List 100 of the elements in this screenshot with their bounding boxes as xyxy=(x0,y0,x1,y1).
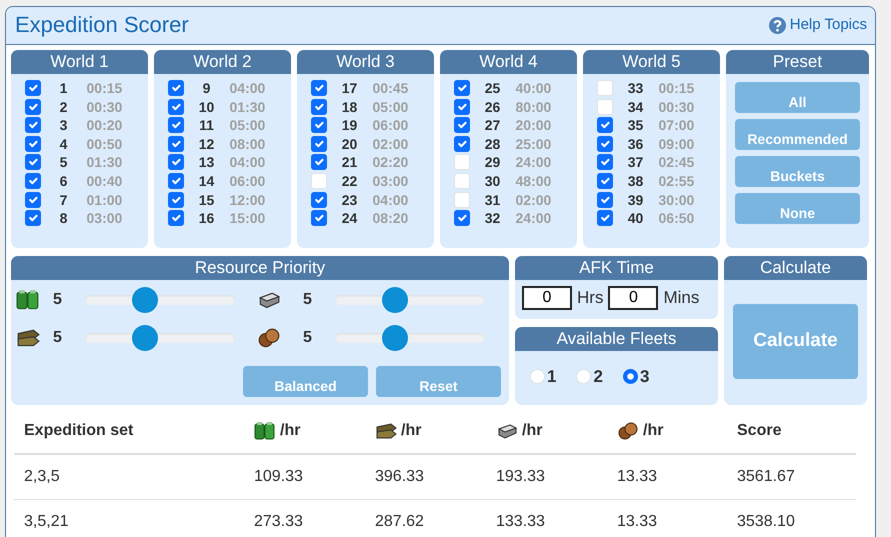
expedition-checkbox[interactable] xyxy=(168,80,184,96)
expedition-number: 13 xyxy=(198,154,216,170)
expedition-time: 02:20 xyxy=(372,154,410,170)
expedition-checkbox[interactable] xyxy=(24,98,40,115)
expedition-checkbox[interactable] xyxy=(310,192,326,208)
expedition-checkbox[interactable] xyxy=(596,192,612,208)
expedition-number: 26 xyxy=(484,98,502,115)
expedition-checkbox[interactable] xyxy=(168,154,184,170)
priority-button[interactable]: Balanced xyxy=(243,366,368,398)
expedition-number: 23 xyxy=(340,192,358,208)
expedition-checkbox[interactable] xyxy=(24,192,40,208)
preset-button[interactable]: None xyxy=(735,193,860,224)
panel-header: World 5 xyxy=(583,50,720,74)
expedition-number: 22 xyxy=(340,172,358,189)
expedition-checkbox[interactable] xyxy=(24,136,40,152)
expedition-number: 11 xyxy=(198,117,215,134)
priority-value: 5 xyxy=(53,328,63,348)
expedition-number: 38 xyxy=(626,172,644,189)
expedition-number: 18 xyxy=(340,98,358,115)
slider-thumb[interactable] xyxy=(132,325,158,352)
expedition-checkbox[interactable] xyxy=(310,117,326,134)
expedition-time: 25:00 xyxy=(516,136,552,152)
expedition-checkbox[interactable] xyxy=(168,98,184,115)
slider-thumb[interactable] xyxy=(132,287,158,314)
expedition-checkbox[interactable] xyxy=(168,192,184,208)
expedition-checkbox[interactable] xyxy=(596,154,612,170)
expedition-checkbox[interactable] xyxy=(168,172,184,189)
expedition-checkbox[interactable] xyxy=(24,154,40,170)
help-link[interactable]: Help Topics xyxy=(768,14,867,37)
expedition-number: 33 xyxy=(626,80,644,96)
slider-thumb[interactable] xyxy=(382,287,408,314)
expedition-number: 16 xyxy=(198,210,216,226)
expedition-checkbox[interactable] xyxy=(168,117,184,134)
preset-button[interactable]: All xyxy=(735,82,860,113)
table-cell: 3,5,21 xyxy=(24,512,68,530)
expedition-checkbox[interactable] xyxy=(454,210,470,226)
column-header: Expedition set xyxy=(24,422,134,440)
column-header: /hr xyxy=(280,421,300,442)
expedition-time: 02:00 xyxy=(516,192,552,208)
expedition-checkbox[interactable] xyxy=(454,136,470,152)
unit-label: Mins xyxy=(663,287,700,310)
panel-header: Resource Priority xyxy=(11,256,509,280)
expedition-time: 24:00 xyxy=(516,154,552,170)
expedition-number: 34 xyxy=(626,98,644,115)
expedition-checkbox[interactable] xyxy=(596,136,612,152)
expedition-number: 12 xyxy=(198,136,216,152)
priority-button[interactable]: Reset xyxy=(376,366,501,398)
expedition-time: 06:00 xyxy=(230,172,266,189)
expedition-number: 25 xyxy=(484,80,502,96)
expedition-number: 24 xyxy=(340,210,358,226)
time-input[interactable]: 0 xyxy=(608,286,658,310)
expedition-checkbox[interactable] xyxy=(596,117,612,134)
expedition-number: 2 xyxy=(58,98,68,115)
expedition-number: 37 xyxy=(626,154,644,170)
fuel-can-icon xyxy=(16,289,40,312)
fuel-can-icon xyxy=(254,421,276,442)
expedition-time: 03:00 xyxy=(86,210,124,226)
panel-header: World 4 xyxy=(440,50,577,74)
ore-icon xyxy=(617,421,639,442)
table-cell: 396.33 xyxy=(375,468,424,485)
expedition-checkbox[interactable] xyxy=(168,210,184,226)
preset-button[interactable]: Buckets xyxy=(735,156,860,187)
expedition-checkbox[interactable] xyxy=(24,80,40,96)
expedition-number: 9 xyxy=(202,80,212,96)
expedition-time: 06:00 xyxy=(372,117,410,134)
preset-button[interactable]: Recommended xyxy=(735,119,860,150)
expedition-checkbox[interactable] xyxy=(310,154,326,170)
expedition-checkbox[interactable] xyxy=(24,117,40,134)
expedition-time: 40:00 xyxy=(516,80,552,96)
column-header: /hr xyxy=(643,421,664,442)
expedition-checkbox[interactable] xyxy=(596,210,612,226)
table-cell: 193.33 xyxy=(496,468,545,485)
expedition-number: 21 xyxy=(340,154,358,170)
unit-label: Hrs xyxy=(577,287,604,310)
expedition-number: 17 xyxy=(340,80,358,96)
radio-label: 3 xyxy=(640,366,650,388)
table-cell: 133.33 xyxy=(496,512,545,530)
table-cell: 2,3,5 xyxy=(24,468,60,485)
expedition-time: 01:30 xyxy=(230,98,266,115)
expedition-checkbox[interactable] xyxy=(596,172,612,189)
expedition-time: 08:20 xyxy=(372,210,410,226)
expedition-time: 12:00 xyxy=(230,192,266,208)
time-input[interactable]: 0 xyxy=(522,286,572,310)
expedition-number: 39 xyxy=(626,192,644,208)
expedition-checkbox[interactable] xyxy=(454,117,470,134)
slider-thumb[interactable] xyxy=(382,325,408,352)
expedition-checkbox[interactable] xyxy=(24,172,40,189)
expedition-checkbox[interactable] xyxy=(24,210,40,226)
expedition-time: 07:00 xyxy=(658,117,696,134)
expedition-checkbox[interactable] xyxy=(168,136,184,152)
expedition-checkbox[interactable] xyxy=(310,80,326,96)
expedition-checkbox[interactable] xyxy=(454,98,470,115)
expedition-checkbox[interactable] xyxy=(310,210,326,226)
expedition-checkbox[interactable] xyxy=(310,136,326,152)
priority-value: 5 xyxy=(303,328,313,348)
fleet-radio[interactable] xyxy=(622,368,638,384)
expedition-checkbox[interactable] xyxy=(454,80,470,96)
expedition-checkbox[interactable] xyxy=(310,98,326,115)
calculate-button[interactable]: Calculate xyxy=(733,304,858,380)
expedition-time: 00:15 xyxy=(86,80,124,96)
